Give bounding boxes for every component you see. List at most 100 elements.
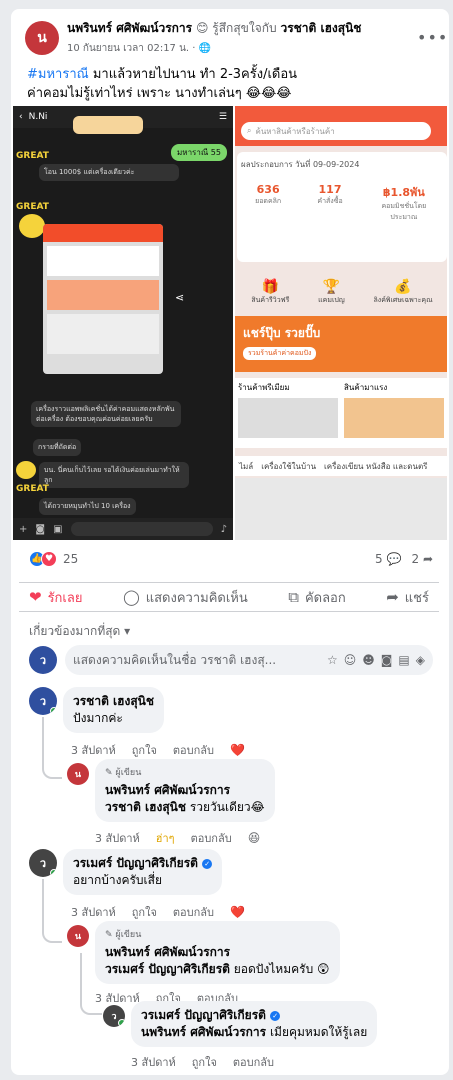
tagged-name[interactable]: วรชาติ เฮงสุนิช bbox=[280, 21, 361, 35]
post-text-line1: มาแล้วหายไปนาน ทำ 2-3ครั้ง/เดือน bbox=[88, 67, 298, 82]
reaction-icons[interactable]: 👍 ♥ bbox=[29, 551, 57, 567]
stat-commission-label: คอมมิชชั่นโดยประมาณ bbox=[381, 202, 427, 221]
comment-3-reply[interactable]: ตอบกลับ bbox=[173, 903, 214, 921]
duck-sticker-2 bbox=[16, 461, 36, 479]
comment-3-name-text: วรเมศร์ ปัญญาศิริเกียรติ bbox=[73, 856, 198, 870]
comment-2-reply[interactable]: ตอบกลับ bbox=[191, 829, 232, 847]
comment-2-mention[interactable]: วรชาติ เฮงสุนิช bbox=[105, 800, 186, 814]
comment-5-body: วรเมศร์ ปัญญาศิริเกียรติ ✓ นพรินทร์ ศศิพ… bbox=[131, 1001, 378, 1047]
thread-line-1 bbox=[42, 717, 62, 779]
chat-bubble-sent: มหาราณี 55 bbox=[171, 144, 227, 161]
comment-sort-dropdown[interactable]: เกี่ยวข้องมากที่สุด ▾ bbox=[29, 622, 130, 641]
plus-icon[interactable]: + bbox=[19, 524, 27, 535]
comment-5-age[interactable]: 3 สัปดาห์ bbox=[131, 1053, 176, 1071]
shop-search-box[interactable]: ⌕ ค้นหาสินค้าหรือร้านค้า bbox=[241, 122, 431, 140]
love-button[interactable]: ❤ รักเลย bbox=[29, 587, 82, 608]
menu-special-link-label: ลิงค์พิเศษเฉพาะคุณ bbox=[373, 296, 433, 304]
comment-4-name[interactable]: นพรินทร์ ศศิพัฒน์วรการ bbox=[105, 944, 330, 961]
hashtag-link[interactable]: #มหาราณี bbox=[27, 67, 89, 82]
post-time[interactable]: 10 กันยายน เวลา 02:17 น. · bbox=[67, 43, 195, 54]
thread-line-3 bbox=[80, 953, 102, 1015]
comment-2-age[interactable]: 3 สัปดาห์ bbox=[95, 829, 140, 847]
comment-5-avatar[interactable]: ว bbox=[103, 1005, 125, 1027]
emoji-icon[interactable]: ☺ bbox=[344, 653, 357, 667]
comment-5-like[interactable]: ถูกใจ bbox=[192, 1053, 217, 1071]
comment-3-reaction[interactable]: ❤️ bbox=[230, 905, 245, 919]
comment-1-like[interactable]: ถูกใจ bbox=[132, 741, 157, 759]
comment-2-avatar[interactable]: น bbox=[67, 763, 89, 785]
comment-input-placeholder: แสดงความคิดเห็นในชื่อ วรชาติ เฮงสุ... bbox=[73, 652, 277, 667]
comment-3-avatar[interactable]: ว bbox=[29, 849, 57, 877]
sticker-bears bbox=[73, 116, 143, 134]
tab-household[interactable]: เครื่องใช้ในบ้าน bbox=[261, 460, 316, 473]
camera-icon-composer[interactable]: ◙ bbox=[381, 653, 393, 667]
comment-1-name[interactable]: วรชาติ เฮงสุนิช bbox=[73, 693, 154, 710]
chat-msg-5: ได้ถวายหมุนทำไป 10 เครื่อง bbox=[39, 498, 136, 515]
tab-mile[interactable]: ไมล์ bbox=[239, 460, 253, 473]
menu-free-review[interactable]: 🎁 สินค้ารีวิวฟรี bbox=[251, 279, 289, 306]
reaction-stats: 👍 ♥ 25 5 💬 2 ➦ bbox=[29, 549, 433, 569]
sticker-icon[interactable]: ◈ bbox=[416, 653, 425, 667]
comment-2-bubble: ✎ ผู้เขียน นพรินทร์ ศศิพัฒน์วรการ วรชาติ… bbox=[95, 759, 275, 822]
coins-icon: 💰 bbox=[394, 279, 412, 295]
comment-4-mention[interactable]: วรเมศร์ ปัญญาศิริเกียรติ bbox=[105, 962, 230, 976]
share-arrow-icon: ➦ bbox=[422, 552, 433, 566]
comment-2: น ✎ ผู้เขียน นพรินทร์ ศศิพัฒน์วรการ วรชา… bbox=[67, 759, 437, 847]
comment-4-avatar[interactable]: น bbox=[67, 925, 89, 947]
share-icon[interactable]: ⋖ bbox=[175, 291, 184, 304]
comment-input[interactable]: แสดงความคิดเห็นในชื่อ วรชาติ เฮงสุ... ☆ … bbox=[65, 645, 433, 675]
comment-button[interactable]: ◯ แสดงความคิดเห็น bbox=[123, 587, 248, 608]
image-icon[interactable]: ▣ bbox=[53, 524, 62, 535]
smile-icon[interactable]: ☻ bbox=[362, 653, 375, 667]
menu-campaign[interactable]: 🏆 แคมเปญ bbox=[318, 279, 345, 306]
tab-stationery[interactable]: เครื่องเขียน หนังสือ และดนตรี bbox=[324, 460, 427, 473]
author-badge-label: ผู้เขียน bbox=[115, 930, 142, 940]
menu-free-review-label: สินค้ารีวิวฟรี bbox=[251, 296, 290, 304]
comment-3-name[interactable]: วรเมศร์ ปัญญาศิริเกียรติ ✓ bbox=[73, 855, 213, 872]
comment-3-age[interactable]: 3 สัปดาห์ bbox=[71, 903, 116, 921]
comment-2-meta: 3 สัปดาห์ ฮ่าๆ ตอบกลับ 😆 bbox=[95, 829, 437, 847]
online-dot bbox=[50, 707, 57, 715]
reaction-count[interactable]: 25 bbox=[63, 552, 78, 566]
camera-icon[interactable]: ◙ bbox=[35, 524, 45, 535]
author-name[interactable]: นพรินทร์ ศศิพัฒน์วรการ bbox=[67, 21, 192, 35]
hot-products[interactable]: สินค้ามาแรง bbox=[341, 378, 447, 448]
menu-special-link[interactable]: 💰 ลิงค์พิเศษเฉพาะคุณ bbox=[374, 279, 433, 306]
chat-input-field[interactable] bbox=[70, 522, 213, 536]
comment-5-reply[interactable]: ตอบกลับ bbox=[233, 1053, 274, 1071]
comment-1-avatar[interactable]: ว bbox=[29, 687, 57, 715]
share-count[interactable]: 2 ➦ bbox=[411, 552, 433, 566]
comment-2-name[interactable]: นพรินทร์ ศศิพัฒน์วรการ bbox=[105, 782, 265, 799]
phone-header bbox=[43, 224, 163, 242]
avatar-sticker-icon[interactable]: ☆ bbox=[327, 653, 338, 667]
comment-3-meta: 3 สัปดาห์ ถูกใจ ตอบกลับ ❤️ bbox=[71, 903, 429, 921]
comment-1-reaction[interactable]: ❤️ bbox=[230, 743, 245, 757]
comment-1-reply[interactable]: ตอบกลับ bbox=[173, 741, 214, 759]
promo-banner[interactable]: แชร์ปุ๊บ รวยปั๊บ รวมร้านค้าค่าคอมปัง bbox=[235, 316, 447, 372]
shop-screenshot[interactable]: ⌕ ค้นหาสินค้าหรือร้านค้า ผลประกอบการ วัน… bbox=[235, 106, 447, 540]
gif-icon[interactable]: ▤ bbox=[398, 653, 409, 667]
heart-icon: ❤ bbox=[29, 588, 42, 606]
comment-bubble-icon: 💬 bbox=[386, 552, 402, 566]
comment-5-mention[interactable]: นพรินทร์ ศศิพัฒน์วรการ bbox=[141, 1025, 266, 1039]
comment-3-like[interactable]: ถูกใจ bbox=[132, 903, 157, 921]
share-button[interactable]: ➦ แชร์ bbox=[386, 587, 429, 608]
copy-button[interactable]: ⧉ คัดลอก bbox=[288, 587, 346, 608]
phone-products bbox=[47, 314, 159, 354]
comment-count[interactable]: 5 💬 bbox=[375, 552, 401, 566]
share-icon-action: ➦ bbox=[386, 588, 399, 606]
composer-avatar[interactable]: ว bbox=[29, 646, 57, 674]
more-options-button[interactable]: ••• bbox=[417, 28, 447, 47]
chat-screenshot[interactable]: ‹ N.Ni ☰ มหาราณี 55 GREAT โอน 1000$ แต่เ… bbox=[13, 106, 233, 540]
comment-5-name[interactable]: วรเมศร์ ปัญญาศิริเกียรติ ✓ bbox=[141, 1007, 367, 1024]
great-sticker-3: GREAT bbox=[16, 484, 49, 494]
phone-stats bbox=[47, 246, 159, 276]
comment-2-reaction[interactable]: 😆 bbox=[248, 831, 261, 845]
author-avatar[interactable]: น bbox=[25, 20, 59, 55]
chat-msg-3: กรายที่ถัดต่อ bbox=[33, 439, 82, 456]
mic-icon[interactable]: ♪ bbox=[221, 524, 227, 535]
comment-5-name-text: วรเมศร์ ปัญญาศิริเกียรติ bbox=[141, 1008, 266, 1022]
premium-shops[interactable]: ร้านค้าพรีเมียม bbox=[235, 378, 341, 448]
comment-2-like[interactable]: ฮ่าๆ bbox=[156, 829, 175, 847]
comment-1-age[interactable]: 3 สัปดาห์ bbox=[71, 741, 116, 759]
